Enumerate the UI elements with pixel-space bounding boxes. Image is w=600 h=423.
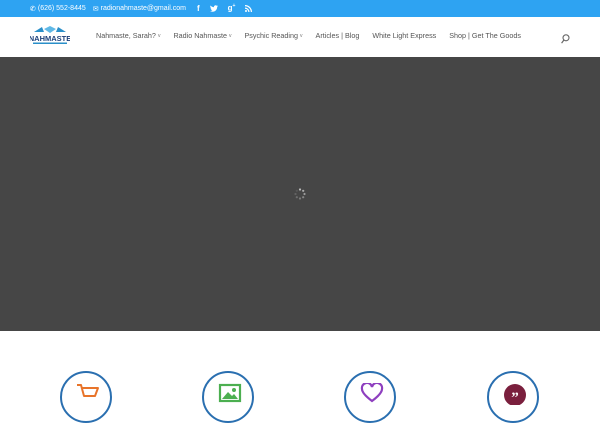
heart-icon (360, 383, 384, 403)
features-row: ” (0, 331, 600, 423)
image-icon (218, 383, 242, 403)
phone-number: (626) 552-8445 (37, 5, 86, 12)
nav-item-psychic-reading[interactable]: Psychic Reading v (244, 31, 302, 40)
feature-testimonial-circle[interactable]: ” (487, 371, 539, 423)
facebook-icon[interactable]: f (197, 4, 200, 13)
nav-item-label: Radio Nahmaste (173, 31, 227, 40)
nav-item-nahmaste-sarah[interactable]: Nahmaste, Sarah? v (96, 31, 160, 40)
cart-icon (77, 384, 99, 397)
phone-icon: ✆ (30, 5, 36, 13)
google-plus-icon[interactable]: g+ (228, 4, 236, 13)
main-header: NAHMASTE Nahmaste, Sarah? v Radio Nahmas… (0, 17, 600, 57)
feature-shop-circle[interactable] (60, 371, 112, 423)
email-info[interactable]: ✉ radionahmaste@gmail.com (93, 5, 186, 13)
chevron-down-icon: v (228, 32, 232, 39)
site-logo[interactable]: NAHMASTE (29, 26, 71, 46)
loading-spinner-icon (294, 187, 306, 200)
chevron-down-icon: v (157, 32, 161, 39)
chevron-down-icon: v (300, 32, 303, 39)
nav-item-label: Shop | Get The Goods (449, 31, 521, 40)
nav-item-label: White Light Express (372, 31, 437, 40)
nav-item-white-light-express[interactable]: White Light Express (372, 31, 436, 40)
hero-slider (0, 57, 600, 331)
nav-item-articles-blog[interactable]: Articles | Blog (316, 31, 360, 40)
envelope-icon: ✉ (92, 5, 99, 13)
twitter-icon[interactable] (209, 5, 218, 12)
phone-info: ✆ (626) 552-8445 (30, 5, 86, 13)
nav-item-label: Psychic Reading (244, 31, 299, 40)
quote-icon: ” (504, 384, 526, 405)
social-links: f g+ (197, 4, 253, 13)
nav-item-label: Nahmaste, Sarah? (96, 31, 156, 40)
nav-item-shop[interactable]: Shop | Get The Goods (449, 31, 521, 40)
feature-love-circle[interactable] (344, 371, 396, 423)
search-icon[interactable] (561, 31, 570, 44)
nav-item-label: Articles | Blog (315, 31, 360, 40)
feature-gallery-circle[interactable] (202, 371, 254, 423)
top-bar: ✆ (626) 552-8445 ✉ radionahmaste@gmail.c… (0, 0, 600, 17)
logo-text: NAHMASTE (30, 34, 70, 43)
email-address[interactable]: radionahmaste@gmail.com (101, 5, 186, 12)
main-nav: Nahmaste, Sarah? v Radio Nahmaste v Psyc… (96, 31, 534, 40)
rss-icon[interactable] (245, 5, 253, 12)
svg-text:”: ” (511, 390, 519, 405)
nav-item-radio-nahmaste[interactable]: Radio Nahmaste v (173, 31, 231, 40)
